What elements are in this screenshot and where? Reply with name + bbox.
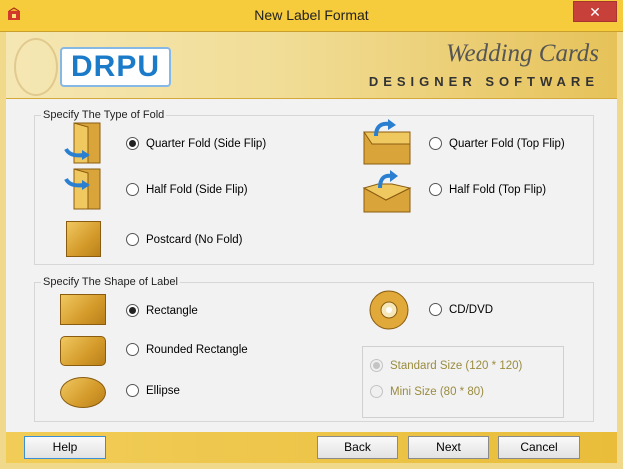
radio-indicator <box>126 304 139 317</box>
ellipse-label: Ellipse <box>146 384 180 397</box>
radio-indicator <box>429 183 442 196</box>
quarter-fold-side-label: Quarter Fold (Side Flip) <box>146 137 267 150</box>
next-button[interactable]: Next <box>408 436 489 459</box>
rectangle-shape-icon <box>60 294 106 325</box>
rectangle-label: Rectangle <box>146 304 198 317</box>
radio-half-fold-side[interactable]: Half Fold (Side Flip) <box>126 183 248 196</box>
radio-indicator <box>370 385 383 398</box>
rounded-rectangle-label: Rounded Rectangle <box>146 343 248 356</box>
title-bar: New Label Format ✕ <box>0 0 623 32</box>
help-button[interactable]: Help <box>24 436 106 459</box>
radio-mini-size[interactable]: Mini Size (80 * 80) <box>370 385 484 398</box>
header-banner: DRPU Wedding Cards DESIGNER SOFTWARE <box>6 32 617 100</box>
brand-title: Wedding Cards <box>445 40 599 67</box>
radio-quarter-fold-top[interactable]: Quarter Fold (Top Flip) <box>429 137 565 150</box>
standard-size-label: Standard Size (120 * 120) <box>390 359 523 372</box>
postcard-icon <box>66 221 101 257</box>
cancel-button[interactable]: Cancel <box>498 436 580 459</box>
postcard-label: Postcard (No Fold) <box>146 233 243 246</box>
cd-size-group <box>362 346 564 418</box>
half-fold-top-icon <box>362 170 412 213</box>
radio-ellipse[interactable]: Ellipse <box>126 384 180 397</box>
back-button[interactable]: Back <box>317 436 398 459</box>
label-shape-legend: Specify The Shape of Label <box>43 276 178 288</box>
radio-cd-dvd[interactable]: CD/DVD <box>429 303 493 316</box>
ellipse-shape-icon <box>60 377 106 408</box>
quarter-fold-side-icon <box>64 122 101 164</box>
half-fold-side-icon <box>64 168 101 210</box>
radio-indicator <box>370 359 383 372</box>
radio-rectangle[interactable]: Rectangle <box>126 304 198 317</box>
cd-dvd-icon <box>369 290 409 330</box>
radio-quarter-fold-side[interactable]: Quarter Fold (Side Flip) <box>126 137 266 150</box>
radio-rounded-rectangle[interactable]: Rounded Rectangle <box>126 343 248 356</box>
brand-subtitle: DESIGNER SOFTWARE <box>368 74 599 89</box>
rounded-rectangle-shape-icon <box>60 336 106 366</box>
radio-postcard[interactable]: Postcard (No Fold) <box>126 233 243 246</box>
close-button[interactable]: ✕ <box>573 1 617 22</box>
radio-indicator <box>126 343 139 356</box>
window-title: New Label Format <box>254 7 369 23</box>
fold-type-legend: Specify The Type of Fold <box>43 109 165 121</box>
radio-indicator <box>429 303 442 316</box>
quarter-fold-top-icon <box>363 119 411 165</box>
radio-standard-size[interactable]: Standard Size (120 * 120) <box>370 359 522 372</box>
logo-text: DRPU <box>70 50 160 83</box>
mini-size-label: Mini Size (80 * 80) <box>390 385 484 398</box>
quarter-fold-top-label: Quarter Fold (Top Flip) <box>449 137 565 150</box>
half-fold-side-label: Half Fold (Side Flip) <box>146 183 248 196</box>
radio-indicator <box>126 233 139 246</box>
decorative-swirl-icon <box>14 38 58 96</box>
radio-indicator <box>126 384 139 397</box>
radio-indicator <box>429 137 442 150</box>
radio-half-fold-top[interactable]: Half Fold (Top Flip) <box>429 183 546 196</box>
radio-indicator <box>126 137 139 150</box>
half-fold-top-label: Half Fold (Top Flip) <box>449 183 547 196</box>
radio-indicator <box>126 183 139 196</box>
drpu-logo: DRPU <box>60 47 171 87</box>
cd-dvd-label: CD/DVD <box>449 303 494 316</box>
